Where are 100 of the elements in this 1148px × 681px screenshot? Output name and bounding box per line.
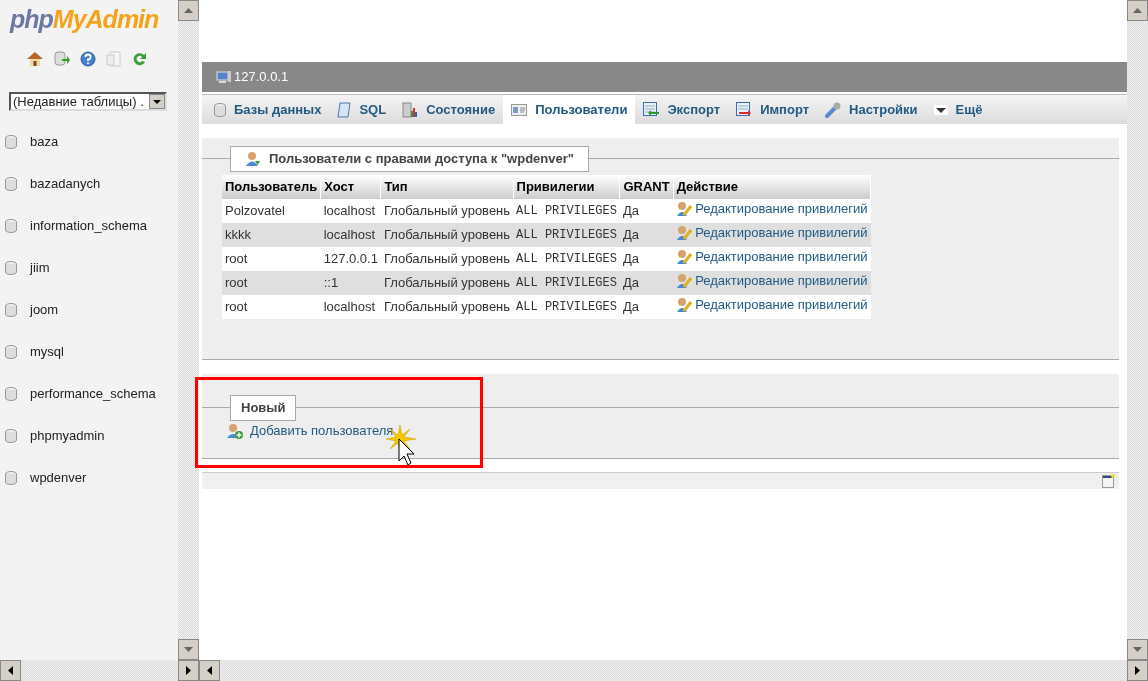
down-arrow-icon	[153, 99, 161, 104]
server-name: 127.0.0.1	[234, 68, 289, 87]
edit-privileges-link[interactable]: Редактирование привилегий	[695, 247, 868, 267]
database-icon	[5, 177, 17, 191]
database-icon	[5, 429, 17, 443]
scroll-down-button[interactable]	[178, 639, 199, 660]
database-link[interactable]: jiim	[30, 258, 50, 278]
server-icon	[216, 69, 232, 85]
table-cell: kkkk	[222, 223, 321, 247]
database-icon	[5, 303, 17, 317]
table-cell: Да	[619, 199, 674, 223]
table-import-icon	[736, 102, 753, 117]
database-link[interactable]: information_schema	[30, 216, 148, 236]
tab[interactable]: SQL	[329, 95, 395, 124]
table-cell: Глобальный уровень	[380, 223, 514, 247]
edit-privileges-link[interactable]: Редактирование привилегий	[695, 199, 868, 219]
user-pencil-icon	[676, 249, 693, 266]
table-cell: Да	[619, 295, 674, 319]
user-pencil-icon	[676, 225, 693, 242]
table-export-icon	[643, 102, 660, 117]
database-icon	[5, 471, 17, 485]
scroll-up-button[interactable]	[178, 0, 199, 21]
table-cell: ALL PRIVILEGES	[513, 295, 620, 319]
database-link[interactable]: wpdenver	[30, 468, 87, 488]
table-cell: ALL PRIVILEGES	[513, 223, 620, 247]
server-chart-icon	[402, 101, 419, 118]
column-header[interactable]: GRANT	[619, 175, 674, 199]
database-icon	[5, 135, 17, 149]
user-icon	[245, 151, 261, 167]
table-cell: Да	[619, 271, 674, 295]
table-cell: 127.0.0.1	[320, 247, 381, 271]
home-icon[interactable]	[26, 51, 44, 67]
database-link[interactable]: mysql	[30, 342, 64, 362]
table-cell: ALL PRIVILEGES	[513, 271, 620, 295]
table-cell: localhost	[320, 199, 381, 223]
up-arrow-icon	[184, 8, 193, 13]
database-link[interactable]: phpmyadmin	[30, 426, 105, 446]
tab[interactable]: Настройки	[817, 95, 926, 124]
column-header[interactable]: Пользователь	[222, 175, 321, 199]
tab[interactable]: Состояние	[394, 95, 504, 124]
database-exit-icon[interactable]	[54, 51, 70, 67]
scroll-up-button[interactable]	[1127, 0, 1148, 21]
database-link[interactable]: bazadanych	[30, 174, 101, 194]
wrench-icon	[825, 101, 841, 118]
down-arrow-icon	[184, 647, 193, 652]
table-cell: root	[222, 247, 321, 271]
scroll-left-button[interactable]	[199, 660, 220, 681]
table-cell: ::1	[320, 271, 381, 295]
help-icon[interactable]	[80, 51, 96, 67]
table-cell: localhost	[320, 223, 381, 247]
tab[interactable]: Импорт	[728, 95, 817, 124]
table-cell: ALL PRIVILEGES	[513, 247, 620, 271]
recent-tables-dropdown[interactable]: (Недавние таблицы) .	[9, 92, 167, 111]
tab[interactable]: Пользователи	[503, 95, 636, 124]
table-cell: Да	[619, 247, 674, 271]
database-icon	[214, 102, 226, 117]
database-link[interactable]: baza	[30, 132, 59, 152]
add-user-icon	[227, 422, 243, 439]
table-cell: Глобальный уровень	[380, 295, 514, 319]
up-arrow-icon	[1133, 8, 1142, 13]
tab[interactable]: Экспорт	[635, 95, 729, 124]
table-cell: Глобальный уровень	[380, 199, 514, 223]
table-cell: ALL PRIVILEGES	[513, 199, 620, 223]
scroll-down-button[interactable]	[1127, 639, 1148, 660]
phpmyadmin-logo[interactable]: phpMyAdmin	[0, 0, 159, 36]
database-link[interactable]: performance_schema	[30, 384, 156, 404]
table-cell: Polzovatel	[222, 199, 321, 223]
right-arrow-icon	[186, 666, 191, 675]
down-arrow-icon	[1133, 647, 1142, 652]
caret-icon	[933, 104, 948, 115]
database-icon	[5, 219, 17, 233]
table-cell: Глобальный уровень	[380, 247, 514, 271]
scroll-left-button[interactable]	[0, 660, 21, 681]
user-pencil-icon	[676, 297, 693, 314]
column-header[interactable]: Привилегии	[513, 175, 620, 199]
id-card-icon	[511, 103, 528, 116]
window-icon[interactable]	[1102, 474, 1115, 488]
table-cell: localhost	[320, 295, 381, 319]
table-cell: Да	[619, 223, 674, 247]
table-cell: root	[222, 271, 321, 295]
column-header[interactable]: Действие	[673, 175, 871, 199]
add-user-link[interactable]: Добавить пользователя	[250, 421, 394, 441]
fieldset-title: Пользователи с правами доступа к "wpdenver"	[269, 150, 574, 169]
column-header[interactable]: Тип	[380, 175, 514, 199]
scroll-right-button[interactable]	[1127, 660, 1148, 681]
tab[interactable]: Ещё	[925, 95, 991, 124]
edit-privileges-link[interactable]: Редактирование привилегий	[695, 295, 868, 315]
user-pencil-icon	[676, 273, 693, 290]
edit-privileges-link[interactable]: Редактирование привилегий	[695, 223, 868, 243]
edit-privileges-link[interactable]: Редактирование привилегий	[695, 271, 868, 291]
tab[interactable]: Базы данных	[206, 95, 330, 124]
left-arrow-icon	[207, 666, 212, 675]
reload-icon[interactable]	[132, 51, 148, 67]
right-arrow-icon	[1135, 666, 1140, 675]
table-cell: Глобальный уровень	[380, 271, 514, 295]
scroll-right-button[interactable]	[178, 660, 199, 681]
fieldset-title: Новый	[241, 399, 286, 418]
column-header[interactable]: Хост	[320, 175, 381, 199]
left-arrow-icon	[8, 666, 13, 675]
database-link[interactable]: joom	[30, 300, 59, 320]
